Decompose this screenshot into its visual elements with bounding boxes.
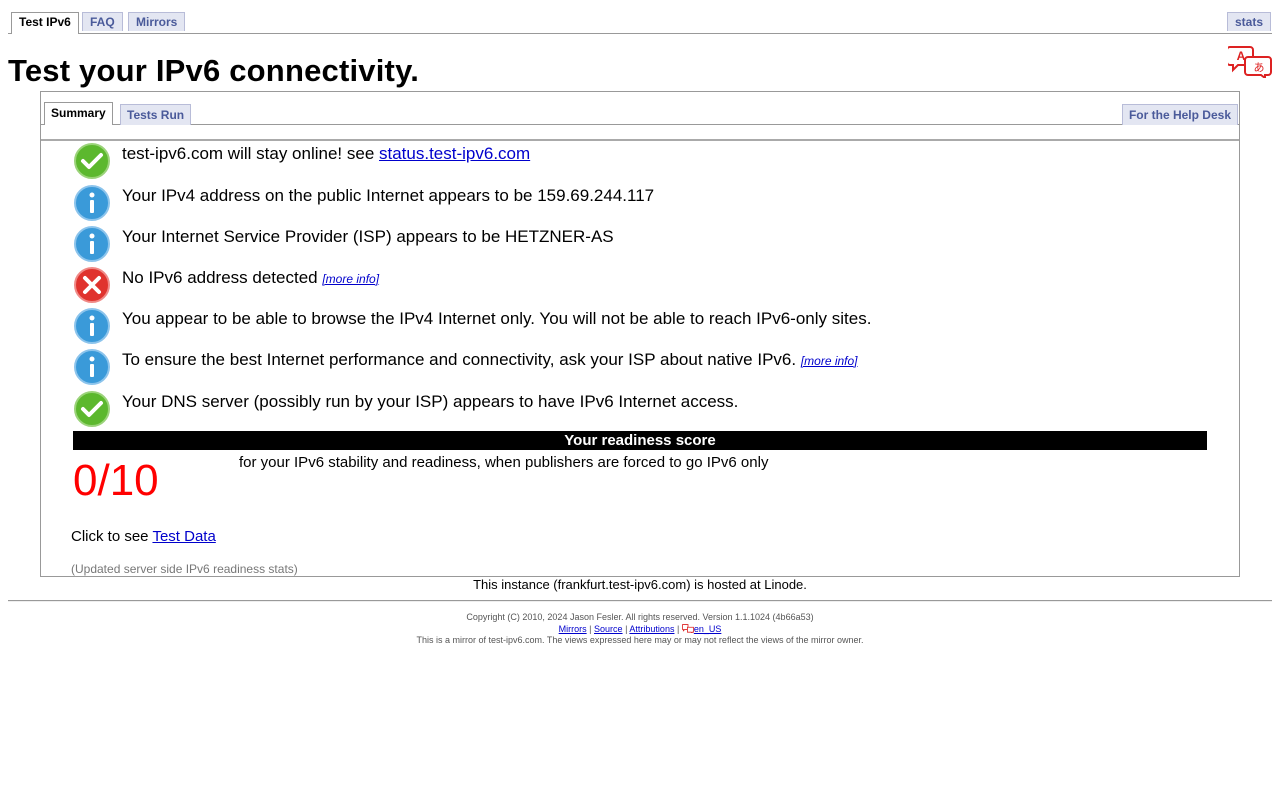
info-icon bbox=[74, 308, 110, 344]
hosted-note: This instance (frankfurt.test-ipv6.com) … bbox=[473, 577, 807, 592]
tab-mirrors[interactable]: Mirrors bbox=[128, 12, 186, 31]
tab-summary[interactable]: Summary bbox=[44, 102, 113, 125]
info-icon bbox=[74, 349, 110, 385]
result-text: You appear to be able to browse the IPv4… bbox=[122, 309, 872, 328]
page-title: Test your IPv6 connectivity. bbox=[8, 53, 420, 88]
result-row-dns: Your DNS server (possibly run by your IS… bbox=[73, 390, 1223, 431]
test-data-link[interactable]: Test Data bbox=[152, 528, 215, 545]
language-icon[interactable] bbox=[681, 624, 694, 634]
tab-test-ipv6[interactable]: Test IPv6 bbox=[11, 12, 79, 34]
readiness-description: for your IPv6 stability and readiness, w… bbox=[239, 454, 769, 471]
more-info-link[interactable]: [more info] bbox=[322, 272, 379, 286]
tab-stats[interactable]: stats bbox=[1226, 12, 1271, 31]
footer-mirrors-link[interactable]: Mirrors bbox=[559, 624, 587, 634]
info-icon bbox=[74, 185, 110, 221]
divider bbox=[8, 600, 1272, 602]
readiness-header: Your readiness score bbox=[73, 431, 1207, 450]
updated-stats-note: (Updated server side IPv6 readiness stat… bbox=[71, 562, 298, 576]
check-icon bbox=[74, 143, 110, 179]
readiness-score: 0/10 bbox=[73, 456, 159, 505]
test-data-prompt: Click to see Test Data bbox=[71, 528, 216, 545]
sub-tab-bar: Summary Tests Run For the Help Desk bbox=[41, 92, 1239, 141]
result-text: Your DNS server (possibly run by your IS… bbox=[122, 392, 739, 411]
footer-attributions-link[interactable]: Attributions bbox=[629, 624, 674, 634]
result-text: test-ipv6.com will stay online! see stat… bbox=[122, 144, 531, 163]
result-row-browse: You appear to be able to browse the IPv4… bbox=[73, 307, 1223, 348]
check-icon bbox=[74, 391, 110, 427]
tab-help-desk[interactable]: For the Help Desk bbox=[1121, 104, 1238, 125]
tab-faq[interactable]: FAQ bbox=[82, 12, 123, 31]
result-text: No IPv6 address detected [more info] bbox=[122, 268, 380, 287]
footer-mirror-note: This is a mirror of test-ipv6.com. The v… bbox=[416, 635, 864, 645]
footer-links: Mirrors | Source | Attributions | en_US bbox=[0, 624, 1280, 634]
footer-separator: | bbox=[589, 624, 592, 634]
footer-locale-link[interactable]: en_US bbox=[694, 624, 722, 634]
more-info-link[interactable]: [more info] bbox=[801, 354, 858, 368]
result-text: To ensure the best Internet performance … bbox=[122, 350, 858, 369]
footer-source-link[interactable]: Source bbox=[594, 624, 623, 634]
result-row-ipv4: Your IPv4 address on the public Internet… bbox=[73, 184, 1223, 225]
footer-copyright: Copyright (C) 2010, 2024 Jason Fesler. A… bbox=[466, 612, 814, 622]
footer-separator: | bbox=[625, 624, 628, 634]
result-text: Your Internet Service Provider (ISP) app… bbox=[122, 227, 614, 246]
status-link[interactable]: status.test-ipv6.com bbox=[379, 144, 530, 163]
error-icon bbox=[74, 267, 110, 303]
result-text: Your IPv4 address on the public Internet… bbox=[122, 186, 655, 205]
footer-separator: | bbox=[676, 624, 680, 634]
result-row-isp: Your Internet Service Provider (ISP) app… bbox=[73, 225, 1223, 266]
language-icon[interactable]: A あ bbox=[1226, 45, 1272, 80]
result-row-ipv6-address: No IPv6 address detected [more info] bbox=[73, 266, 1223, 307]
tab-tests-run[interactable]: Tests Run bbox=[120, 104, 192, 125]
svg-text:あ: あ bbox=[1254, 61, 1265, 74]
result-row-status: test-ipv6.com will stay online! see stat… bbox=[73, 142, 1223, 183]
result-row-native-ipv6: To ensure the best Internet performance … bbox=[73, 348, 1223, 389]
top-tab-bar: Test IPv6 FAQ Mirrors stats bbox=[8, 10, 1272, 34]
results-panel: Summary Tests Run For the Help Desk test… bbox=[40, 91, 1240, 577]
info-icon bbox=[74, 226, 110, 262]
